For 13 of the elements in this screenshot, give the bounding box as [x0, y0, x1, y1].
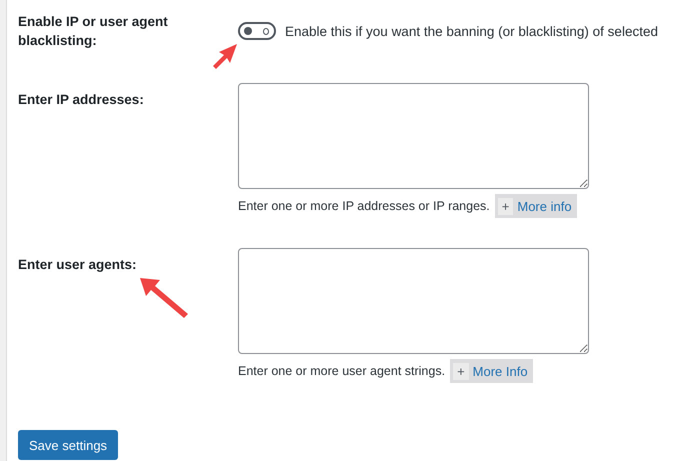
text-area[interactable]	[238, 248, 589, 354]
field-label: Enter user agents:	[18, 256, 137, 274]
more-info-button[interactable]: + More Info	[450, 359, 533, 383]
toggle-description: Enable this if you want the banning (or blacklisting) of selected	[285, 24, 658, 38]
arrow-icon	[138, 276, 190, 320]
more-info-button[interactable]: + More info	[494, 194, 577, 218]
help-text: Enter one or more IP addresses or IP ranges.	[238, 199, 490, 213]
toggle-switch[interactable]	[238, 22, 276, 40]
field-label: Enable IP or user agent blacklisting:	[18, 13, 169, 50]
field-label: Enter IP addresses:	[18, 91, 144, 109]
text-area[interactable]	[238, 83, 589, 189]
help-text: Enter one or more user agent strings.	[238, 364, 446, 378]
save-button[interactable]: Save settings	[18, 430, 118, 460]
